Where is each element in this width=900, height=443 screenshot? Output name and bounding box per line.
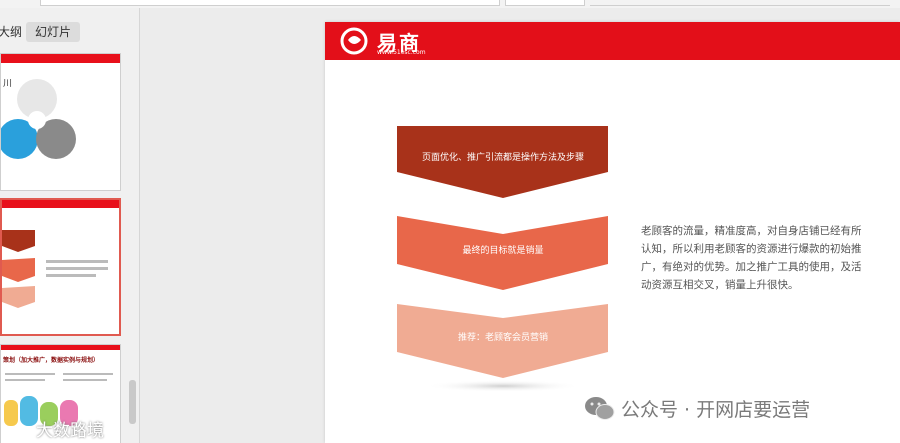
toolbar-field-right[interactable] [590, 0, 890, 6]
watermark-logo: 大数路境 [0, 392, 140, 443]
step-3-label: 推荐：老顾客会员营销 [458, 331, 548, 343]
toolbar-field[interactable] [505, 0, 585, 6]
step-1-label: 页面优化、推广引流都是操作方法及步骤 [422, 151, 584, 163]
wechat-account-label: 公众号 · 开网店要运营 [621, 399, 811, 421]
chevron-mini-icon [2, 230, 108, 308]
tab-outline[interactable]: 大纲 [0, 22, 22, 42]
slide-navigator: 大纲 幻灯片 川 策划（加大推广，数据实例与规划） [0, 8, 140, 443]
wechat-icon [585, 397, 615, 420]
wechat-watermark: 公众号 · 开网店要运营 [583, 394, 883, 422]
step-2-label: 最终的目标就是销量 [462, 244, 543, 256]
slide-description: 老顾客的流量，精准度高，对自身店铺已经有所认知，所以利用老顾客的资源进行爆款的初… [641, 225, 862, 291]
chevron-shadow [425, 380, 581, 392]
view-tabs: 大纲 幻灯片 [0, 22, 140, 42]
address-field[interactable] [40, 0, 500, 6]
slide-thumbnail-2[interactable] [0, 198, 121, 336]
slide-thumbnail-1[interactable]: 川 [0, 53, 121, 191]
venn-diagram-icon [1, 79, 76, 159]
tab-slides[interactable]: 幻灯片 [26, 22, 80, 42]
watermark-left-text: 大数路境 [36, 421, 104, 441]
top-toolbar [0, 0, 900, 8]
